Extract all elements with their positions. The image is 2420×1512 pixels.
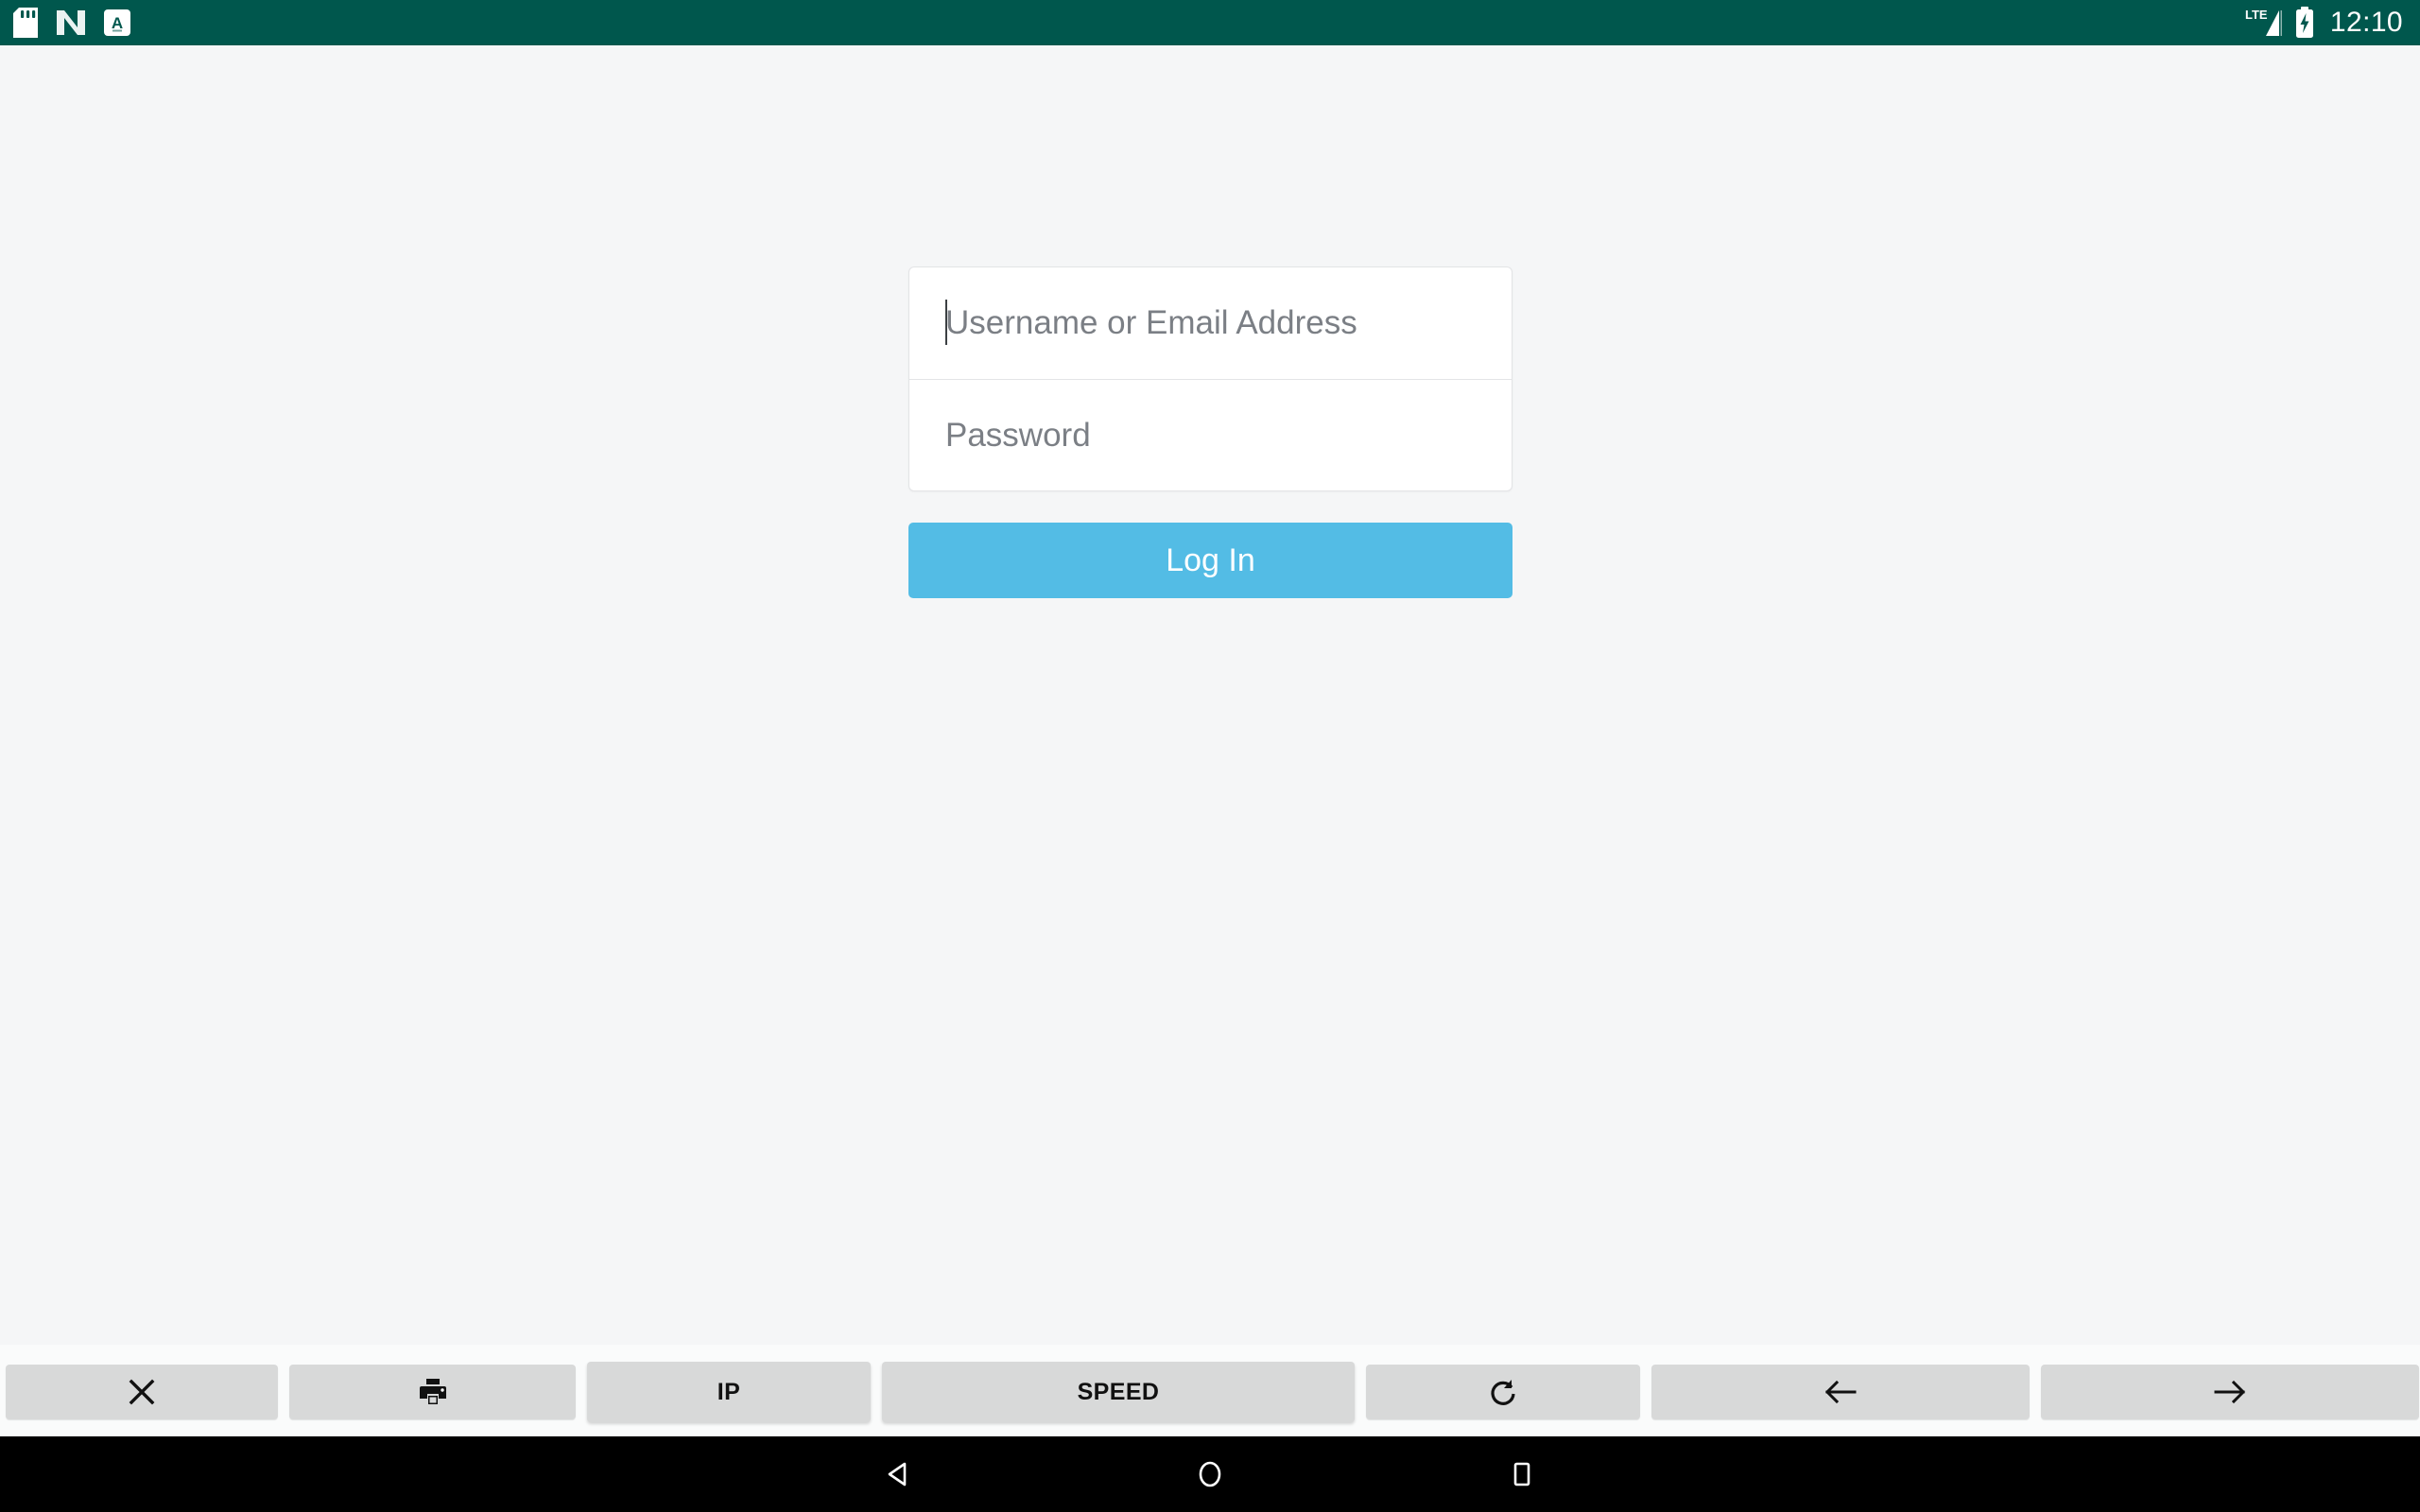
login-button[interactable]: Log In: [908, 523, 1512, 598]
close-button[interactable]: [6, 1365, 278, 1419]
triangle-left-icon: [882, 1458, 914, 1490]
browser-toolbar: IP SPEED: [0, 1345, 2420, 1436]
app-badge-a-icon: A: [104, 9, 130, 36]
android-nougat-icon: [55, 9, 87, 37]
print-button[interactable]: [289, 1365, 576, 1419]
forward-button[interactable]: [2041, 1365, 2419, 1419]
android-home-button[interactable]: [1054, 1458, 1366, 1490]
text-caret: [945, 300, 947, 345]
arrow-right-icon: [2213, 1379, 2247, 1405]
username-input[interactable]: [945, 304, 1476, 342]
arrow-left-icon: [1824, 1379, 1858, 1405]
square-icon: [1506, 1458, 1538, 1490]
status-bar-clock: 12:10: [2329, 7, 2403, 38]
signal-bars-icon: LTE: [2243, 7, 2285, 39]
status-bar: A LTE 12:10: [0, 0, 2420, 45]
android-back-button[interactable]: [742, 1458, 1054, 1490]
refresh-button[interactable]: [1366, 1365, 1640, 1419]
refresh-icon: [1488, 1377, 1518, 1407]
android-recents-button[interactable]: [1366, 1458, 1678, 1490]
android-screen: A LTE 12:10 Username or Email Address Lo…: [0, 0, 2420, 1512]
print-icon: [418, 1377, 448, 1407]
password-input[interactable]: [945, 416, 1476, 455]
ip-button[interactable]: IP: [587, 1362, 871, 1422]
speed-button[interactable]: SPEED: [882, 1362, 1355, 1422]
credentials-card: [908, 266, 1512, 491]
circle-icon: [1194, 1458, 1226, 1490]
close-icon: [128, 1378, 156, 1406]
back-button[interactable]: [1651, 1365, 2030, 1419]
android-navigation-bar: [0, 1436, 2420, 1512]
svg-text:A: A: [112, 14, 123, 32]
sd-card-icon: [13, 8, 38, 38]
password-field-row[interactable]: [909, 379, 1512, 490]
username-field-row[interactable]: [909, 267, 1512, 379]
svg-text:LTE: LTE: [2245, 8, 2268, 22]
battery-charging-icon: [2294, 7, 2315, 39]
login-form: Log In: [908, 266, 1512, 598]
webview-content: Log In: [0, 45, 2420, 1345]
status-bar-right-icons: LTE 12:10: [2243, 7, 2403, 39]
status-bar-left-icons: A: [13, 8, 130, 38]
